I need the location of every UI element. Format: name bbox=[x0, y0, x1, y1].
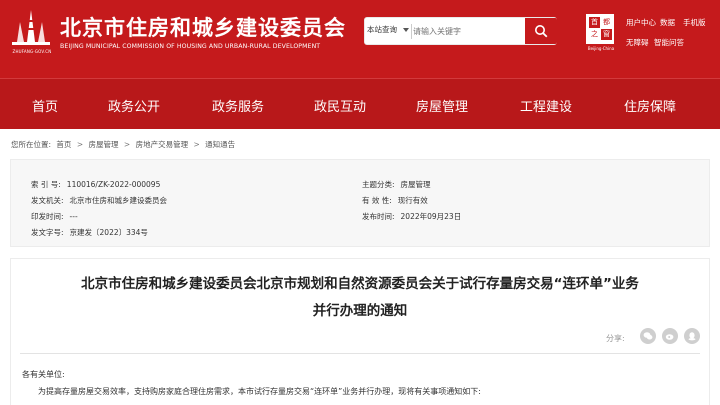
breadcrumb-notices[interactable]: 通知通告 bbox=[205, 140, 235, 149]
breadcrumb-trade[interactable]: 房地产交易管理 bbox=[136, 140, 189, 149]
search-button[interactable] bbox=[525, 18, 557, 44]
search-scope-select[interactable]: 本站查询 bbox=[367, 24, 397, 35]
site-subtitle: BEIJING MUNICIPAL COMMISSION OF HOUSING … bbox=[60, 43, 321, 50]
capital-logo-char: 窗 bbox=[601, 29, 612, 40]
site-logo-icon[interactable] bbox=[8, 8, 54, 48]
meta-topic: 主题分类: 房屋管理 bbox=[362, 180, 431, 189]
smart-qa-link[interactable]: 智能问答 bbox=[654, 37, 684, 48]
document-meta-card: 索 引 号: 110016/ZK-2022-000095 主题分类: 房屋管理 发文… bbox=[10, 159, 710, 247]
breadcrumb-housing[interactable]: 房屋管理 bbox=[89, 140, 119, 149]
share-label: 分享: bbox=[606, 334, 625, 343]
nav-item-gov-services[interactable]: 政务服务 bbox=[212, 96, 264, 115]
nav-item-gov-affairs[interactable]: 政务公开 bbox=[108, 96, 160, 115]
meta-issuer: 发文机关: 北京市住房和城乡建设委员会 bbox=[31, 196, 168, 205]
nav-item-housing-security[interactable]: 住房保障 bbox=[624, 96, 676, 115]
search-box: 本站查询 bbox=[364, 17, 557, 45]
capital-logo-char: 都 bbox=[603, 18, 610, 26]
mobile-version-link[interactable]: 手机版 bbox=[683, 17, 706, 28]
meta-doc-no: 发文字号: 京建发〔2022〕334号 bbox=[31, 228, 148, 237]
wechat-share-icon[interactable] bbox=[640, 328, 656, 344]
site-header: ZHUFANG·GOV.CN 北京市住房和城乡建设委员会 BEIJING MUN… bbox=[0, 0, 720, 78]
chevron-right-icon: > bbox=[193, 140, 200, 149]
accessibility-link[interactable]: 无障碍 bbox=[626, 37, 649, 48]
meta-validity: 有 效 性: 现行有效 bbox=[362, 196, 428, 205]
search-divider bbox=[411, 24, 412, 39]
nav-item-home[interactable]: 首页 bbox=[32, 96, 58, 115]
capital-logo-char: 首 bbox=[589, 17, 600, 28]
article-divider bbox=[20, 353, 700, 354]
site-title[interactable]: 北京市住房和城乡建设委员会 bbox=[60, 12, 346, 42]
article-salutation: 各有关单位: bbox=[22, 370, 65, 379]
nav-item-construction[interactable]: 工程建设 bbox=[520, 96, 572, 115]
search-input[interactable] bbox=[413, 21, 525, 41]
meta-print-date: 印发时间: --- bbox=[31, 212, 78, 221]
article-paragraph: 为提高存量房屋交易效率，支持购房家庭合理住房需求，本市试行存量房交易“连环单”业… bbox=[38, 387, 481, 396]
nav-item-housing-management[interactable]: 房屋管理 bbox=[416, 96, 468, 115]
nav-item-interaction[interactable]: 政民互动 bbox=[314, 96, 366, 115]
chevron-down-icon[interactable] bbox=[403, 28, 409, 32]
chevron-right-icon: > bbox=[123, 140, 131, 149]
user-center-link[interactable]: 用户中心 bbox=[626, 17, 656, 28]
article-title: 北京市住房和城乡建设委员会北京市规划和自然资源委员会关于试行存量房交易“连环单”… bbox=[81, 276, 639, 292]
meta-index-no: 索 引 号: 110016/ZK-2022-000095 bbox=[31, 180, 161, 189]
breadcrumb-home[interactable]: 首页 bbox=[56, 140, 71, 149]
breadcrumb: 您所在位置: 首页 > 房屋管理 > 房地产交易管理 > 通知通告 bbox=[11, 139, 238, 150]
breadcrumb-prefix: 您所在位置: bbox=[11, 140, 52, 149]
capital-logo-char: 之 bbox=[591, 30, 598, 38]
qq-share-icon[interactable] bbox=[684, 328, 700, 344]
logo-caption: ZHUFANG·GOV.CN bbox=[12, 49, 52, 54]
capital-logo-caption: Beijing·China bbox=[587, 46, 615, 51]
search-icon bbox=[535, 25, 548, 38]
chevron-right-icon: > bbox=[76, 140, 84, 149]
meta-publish-date: 发布时间: 2022年09月23日 bbox=[362, 212, 462, 221]
article-title-line2: 并行办理的通知 bbox=[312, 303, 408, 319]
main-nav: 首页 政务公开 政务服务 政民互动 房屋管理 工程建设 住房保障 bbox=[0, 78, 720, 129]
capital-window-logo[interactable]: 首 都 之 窗 bbox=[586, 14, 614, 44]
weibo-share-icon[interactable] bbox=[662, 328, 678, 344]
data-link[interactable]: 数据 bbox=[660, 17, 675, 28]
